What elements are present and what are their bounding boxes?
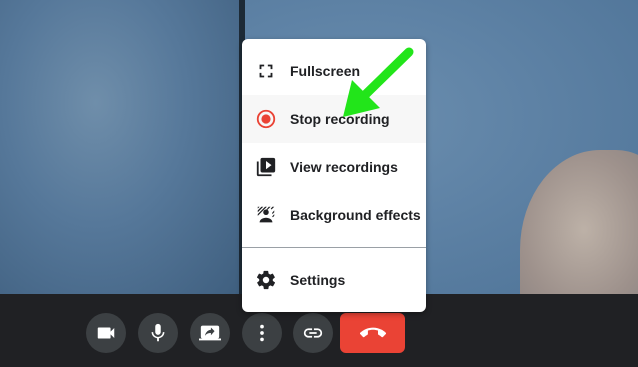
microphone-button[interactable] xyxy=(138,313,178,353)
menu-item-stop-recording[interactable]: Stop recording xyxy=(242,95,426,143)
menu-item-fullscreen[interactable]: Fullscreen xyxy=(242,47,426,95)
end-call-button[interactable] xyxy=(340,313,405,353)
video-library-icon xyxy=(254,155,278,179)
menu-item-label: Fullscreen xyxy=(290,63,361,79)
menu-item-label: View recordings xyxy=(290,159,398,175)
menu-divider xyxy=(242,247,426,248)
fullscreen-icon xyxy=(254,59,278,83)
more-options-button[interactable] xyxy=(242,313,282,353)
gear-icon xyxy=(254,268,278,292)
camera-icon xyxy=(97,327,115,339)
microphone-icon xyxy=(151,323,165,342)
participant-video-tile xyxy=(0,0,239,294)
share-screen-icon xyxy=(199,325,221,341)
hang-up-icon xyxy=(359,327,386,338)
copy-link-button[interactable] xyxy=(293,313,333,353)
more-options-menu: Fullscreen Stop recording View recording… xyxy=(242,39,426,312)
menu-item-view-recordings[interactable]: View recordings xyxy=(242,143,426,191)
menu-item-settings[interactable]: Settings xyxy=(242,256,426,304)
menu-item-label: Settings xyxy=(290,272,346,288)
link-icon xyxy=(303,328,323,338)
record-icon xyxy=(254,107,278,131)
share-screen-button[interactable] xyxy=(190,313,230,353)
more-vert-icon xyxy=(260,324,264,342)
background-effects-icon xyxy=(254,203,278,227)
menu-item-label: Background effects xyxy=(290,207,421,223)
menu-item-background-effects[interactable]: Background effects xyxy=(242,191,426,239)
menu-item-label: Stop recording xyxy=(290,111,390,127)
camera-button[interactable] xyxy=(86,313,126,353)
